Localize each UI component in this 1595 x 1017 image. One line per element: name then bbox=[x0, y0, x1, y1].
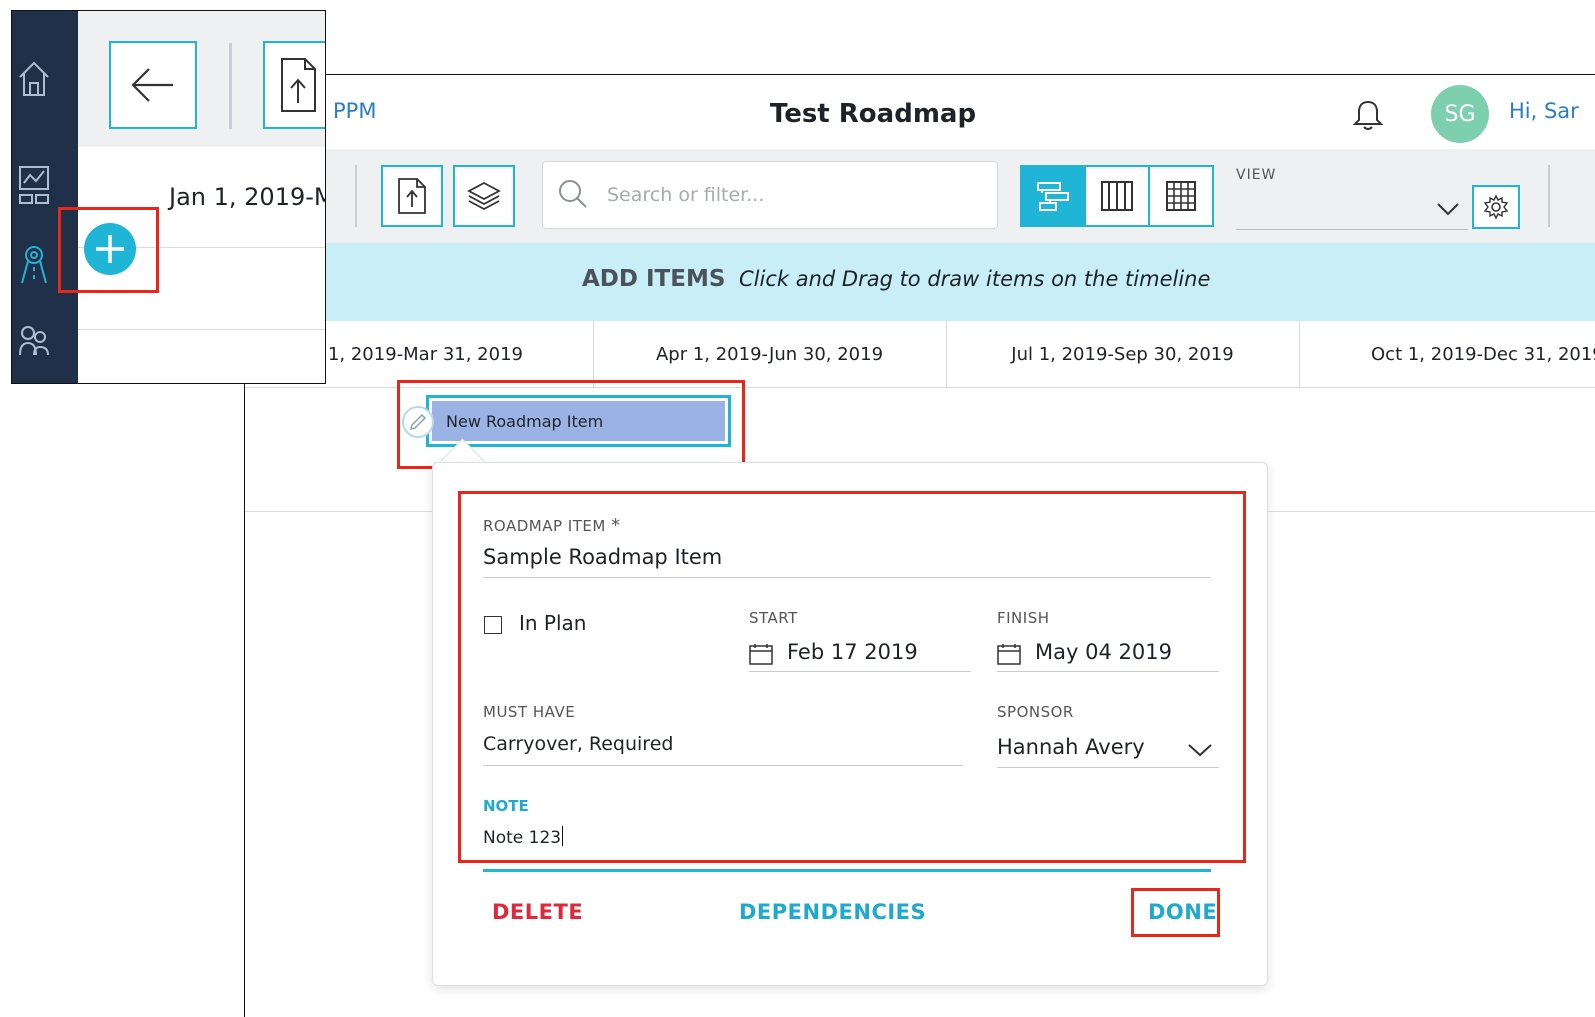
user-greeting[interactable]: Hi, Sar bbox=[1509, 99, 1579, 123]
view-label: VIEW bbox=[1236, 167, 1277, 183]
export-icon bbox=[398, 178, 426, 214]
bell-icon[interactable] bbox=[1350, 97, 1386, 133]
search-placeholder: Search or filter... bbox=[607, 184, 765, 206]
timeline-view-button[interactable] bbox=[1020, 165, 1086, 227]
back-button[interactable] bbox=[109, 41, 197, 129]
app-name[interactable]: PPM bbox=[333, 99, 376, 123]
dashboard-icon[interactable] bbox=[18, 163, 50, 207]
columns-view-button[interactable] bbox=[1084, 165, 1150, 227]
gantt-icon bbox=[1037, 182, 1069, 211]
search-icon bbox=[559, 180, 587, 208]
dependencies-button[interactable]: DEPENDENCIES bbox=[739, 900, 926, 924]
banner-title: ADD ITEMS bbox=[582, 266, 726, 292]
delete-button[interactable]: DELETE bbox=[492, 900, 583, 924]
nav-rail bbox=[12, 11, 78, 383]
period-q3: Jul 1, 2019-Sep 30, 2019 bbox=[1011, 343, 1234, 365]
app-window: PPM Test Roadmap SG Hi, Sar Search or fi… bbox=[244, 74, 1595, 1017]
page-title: Test Roadmap bbox=[769, 99, 977, 129]
chevron-down-icon bbox=[1437, 203, 1459, 216]
export-button[interactable] bbox=[263, 41, 325, 129]
avatar-initials: SG bbox=[1444, 101, 1476, 127]
grid-view-button[interactable] bbox=[1148, 165, 1214, 227]
period-q2: Apr 1, 2019-Jun 30, 2019 bbox=[655, 343, 884, 365]
export-button[interactable] bbox=[381, 165, 443, 227]
view-select[interactable] bbox=[1236, 189, 1468, 230]
people-icon[interactable] bbox=[18, 321, 50, 365]
toolbar-divider bbox=[1548, 165, 1550, 227]
toolbar-divider bbox=[229, 43, 232, 129]
highlight-box bbox=[1131, 888, 1220, 937]
title-bar: PPM Test Roadmap SG Hi, Sar bbox=[245, 75, 1595, 149]
add-items-banner: ADD ITEMS Click and Drag to draw items o… bbox=[245, 243, 1595, 321]
arrow-left-icon bbox=[131, 68, 173, 102]
view-settings-button[interactable] bbox=[1472, 185, 1520, 229]
zoom-inset: Jan 1, 2019-M bbox=[11, 10, 326, 384]
toolbar: Search or filter... VIEW bbox=[245, 149, 1595, 243]
layers-button[interactable] bbox=[453, 165, 515, 227]
inset-date-label: Jan 1, 2019-M bbox=[169, 183, 326, 211]
gear-icon bbox=[1483, 194, 1509, 220]
row-divider bbox=[78, 329, 325, 330]
layers-icon bbox=[467, 181, 501, 211]
timeline-header: an 1, 2019-Mar 31, 2019 Apr 1, 2019-Jun … bbox=[245, 321, 1595, 388]
columns-icon bbox=[1101, 181, 1133, 211]
export-icon bbox=[281, 58, 316, 112]
period-q4: Oct 1, 2019-Dec 31, 2019 bbox=[1371, 343, 1595, 365]
inset-toolbar bbox=[78, 11, 325, 147]
grid-icon bbox=[1166, 181, 1196, 211]
home-icon[interactable] bbox=[18, 57, 50, 101]
highlight-box bbox=[458, 491, 1246, 863]
banner-hint: Click and Drag to draw items on the time… bbox=[739, 267, 1211, 291]
toolbar-divider bbox=[355, 165, 357, 227]
highlight-box bbox=[58, 207, 159, 293]
avatar[interactable]: SG bbox=[1431, 85, 1489, 143]
roadmap-icon[interactable] bbox=[18, 243, 50, 287]
search-input[interactable]: Search or filter... bbox=[542, 161, 998, 229]
view-mode-group bbox=[1020, 165, 1214, 227]
note-underline-active bbox=[483, 869, 1211, 872]
